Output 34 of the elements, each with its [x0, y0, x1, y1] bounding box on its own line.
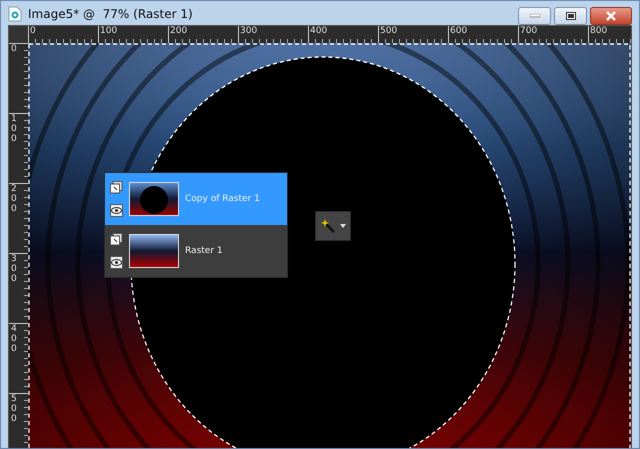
ruler-label: 400 — [11, 324, 18, 354]
layer-row[interactable]: Raster 1 — [105, 225, 287, 277]
ruler-label: 800 — [589, 26, 608, 36]
layer-group-icon[interactable] — [110, 181, 123, 194]
layer-thumbnail — [129, 234, 179, 268]
caret-icon — [340, 224, 346, 228]
ruler-label: 100 — [11, 114, 18, 144]
layer-name: Raster 1 — [185, 246, 223, 256]
ruler-label: 500 — [379, 26, 398, 36]
layer-name: Copy of Raster 1 — [185, 194, 260, 204]
layer-group-icon[interactable] — [110, 233, 123, 246]
ruler-label: 700 — [519, 26, 538, 36]
ruler-label: 100 — [99, 26, 118, 36]
ruler-label: 200 — [11, 184, 18, 214]
ruler-label: 300 — [239, 26, 258, 36]
maximize-button[interactable] — [554, 7, 587, 25]
ruler-label: 200 — [169, 26, 188, 36]
ruler-label: 600 — [449, 26, 468, 36]
document-icon — [8, 6, 22, 22]
ruler-label: 0 — [11, 44, 18, 54]
layer-thumbnail — [129, 182, 179, 216]
magic-wand-tool-button[interactable] — [315, 211, 351, 241]
eye-icon[interactable] — [110, 256, 123, 269]
close-icon — [605, 11, 617, 21]
window-title: Image5* @ 77% (Raster 1) — [28, 7, 193, 21]
maximize-icon — [566, 12, 576, 20]
close-button[interactable] — [590, 7, 632, 25]
ruler-label: 300 — [11, 254, 18, 284]
magic-wand-icon — [320, 218, 336, 234]
minimize-icon — [530, 14, 540, 18]
ruler-label: 500 — [11, 394, 18, 424]
eye-icon[interactable] — [110, 204, 123, 217]
ruler-label: 400 — [309, 26, 328, 36]
ruler-label: 0 — [29, 26, 37, 36]
